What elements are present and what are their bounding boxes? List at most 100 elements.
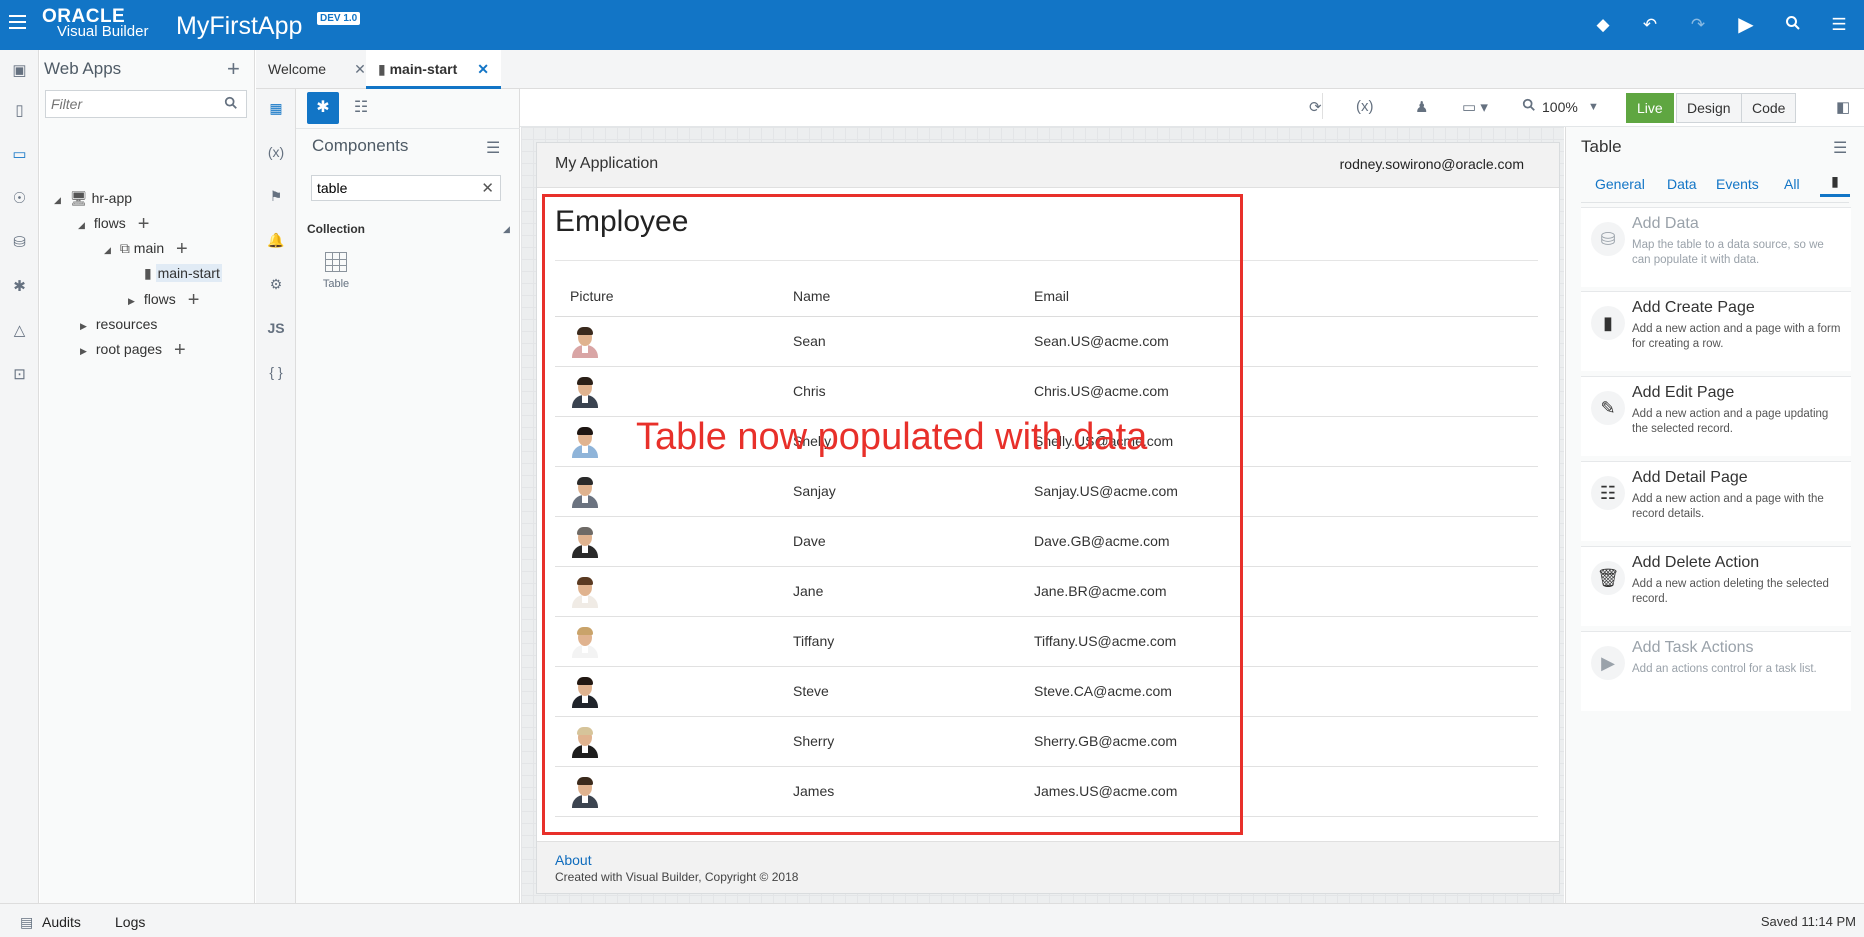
table-row[interactable]: Steve Steve.CA@acme.com — [555, 667, 1538, 717]
close-icon[interactable]: ✕ — [354, 61, 366, 77]
table-row[interactable]: Sean Sean.US@acme.com — [555, 317, 1538, 367]
design-mode-button[interactable]: Design — [1676, 93, 1742, 123]
palette-search-input[interactable] — [312, 176, 472, 200]
add-flow-button[interactable]: + — [138, 213, 150, 235]
palette-item-table[interactable]: Table — [318, 252, 354, 290]
palette-search[interactable]: ✕ — [311, 175, 501, 201]
quick-start-tab-icon[interactable]: ▮ — [1820, 167, 1850, 197]
mobile-apps-icon[interactable]: ▣ — [9, 60, 30, 81]
zoom-level[interactable]: 100% — [1542, 99, 1578, 115]
tab-main-start[interactable]: ▮ main-start ✕ — [366, 50, 502, 89]
action-title: Add Edit Page — [1632, 384, 1735, 401]
table-row[interactable]: Dave Dave.GB@acme.com — [555, 517, 1538, 567]
column-header-email[interactable]: Email — [1034, 288, 1069, 304]
table-row[interactable]: Sanjay Sanjay.US@acme.com — [555, 467, 1538, 517]
undo-icon[interactable]: ↶ — [1640, 15, 1660, 35]
run-icon[interactable]: ▶ — [1736, 15, 1756, 35]
quick-start-action[interactable]: ✎ Add Edit Page Add a new action and a pag… — [1581, 376, 1851, 456]
table-row[interactable]: Jane Jane.BR@acme.com — [555, 567, 1538, 617]
tree-label: root pages — [95, 341, 163, 357]
git-icon[interactable]: ◆ — [1593, 15, 1613, 35]
version-badge[interactable]: DEV 1.0 — [317, 12, 361, 25]
service-connections-icon[interactable]: ☉ — [9, 188, 30, 209]
processes-icon[interactable]: △ — [9, 320, 30, 341]
column-header-picture[interactable]: Picture — [570, 288, 614, 304]
add-flow-button[interactable]: + — [188, 289, 200, 311]
add-root-page-button[interactable]: + — [174, 339, 186, 361]
search-icon[interactable] — [1783, 15, 1803, 35]
section-header-collection[interactable]: Collection — [307, 222, 365, 236]
table-row[interactable]: Tiffany Tiffany.US@acme.com — [555, 617, 1538, 667]
tree-item-resources[interactable]: ▶ resources — [80, 312, 157, 336]
variables-icon[interactable]: (x) — [265, 141, 287, 163]
clear-icon[interactable]: ✕ — [481, 179, 494, 197]
expand-icon[interactable]: ▶ — [80, 314, 92, 338]
add-page-button[interactable]: + — [176, 238, 188, 260]
tab-events[interactable]: Events — [1716, 176, 1759, 192]
user-name[interactable]: rodney.sowirono@oracle.com — [1340, 156, 1524, 172]
web-apps-icon[interactable]: ▭ — [9, 144, 30, 165]
bell-icon[interactable]: 🔔 — [265, 229, 287, 251]
tree-item-main[interactable]: ◢ ⧉ main + — [104, 236, 188, 260]
redo-icon[interactable]: ↷ — [1688, 15, 1708, 35]
settings-icon[interactable]: ⚙ — [265, 273, 287, 295]
audits-button[interactable]: Audits — [42, 914, 81, 930]
chevron-down-icon[interactable]: ▼ — [1588, 101, 1599, 113]
business-objects-icon[interactable]: ⛁ — [9, 232, 30, 253]
collapse-icon[interactable]: ◢ — [104, 238, 116, 262]
table-row[interactable]: James James.US@acme.com — [555, 767, 1538, 817]
properties-menu-icon[interactable]: ☰ — [1833, 138, 1847, 158]
refresh-icon[interactable]: ⟳ — [1309, 98, 1322, 116]
tree-item-root-pages[interactable]: ▶ root pages + — [80, 337, 186, 361]
menu-icon[interactable] — [9, 15, 26, 29]
palette-menu-icon[interactable]: ☰ — [486, 138, 500, 158]
components-tab-icon[interactable]: ✱ — [307, 92, 339, 124]
javascript-icon[interactable]: JS — [265, 317, 287, 339]
tree-item-flows[interactable]: ◢ flows + — [78, 211, 149, 235]
collapse-icon[interactable]: ◢ — [54, 188, 66, 212]
zoom-icon[interactable] — [1522, 98, 1536, 116]
section-toggle-icon[interactable]: ◢ — [503, 224, 510, 235]
canvas-toolbar: ⟳ (x) ♟ ▭ ▾ 100% ▼ Live Design Code ◧ — [520, 89, 1864, 127]
column-header-name[interactable]: Name — [793, 288, 830, 304]
quick-start-action[interactable]: ⛁ Add Data Map the table to a data source,… — [1581, 207, 1851, 287]
source-view-icon[interactable]: ⊡ — [9, 364, 30, 385]
table-row[interactable]: Shelly Shelly.US@acme.com — [555, 417, 1538, 467]
quick-start-action[interactable]: ▶ Add Task Actions Add an actions control … — [1581, 631, 1851, 711]
tree-item-hr-app[interactable]: ◢ 🖥 hr-app — [54, 186, 132, 210]
add-web-app-button[interactable]: + — [227, 56, 240, 82]
tab-general[interactable]: General — [1595, 176, 1645, 192]
device-size-icon[interactable]: ▭ ▾ — [1462, 98, 1488, 116]
collapse-icon[interactable]: ◢ — [78, 213, 90, 237]
live-mode-button[interactable]: Live — [1626, 93, 1674, 123]
panel-menu-icon[interactable]: ☰ — [1829, 15, 1849, 35]
quick-start-action[interactable]: 🗑 Add Delete Action Add a new action delet… — [1581, 546, 1851, 626]
expand-icon[interactable]: ▶ — [128, 289, 140, 313]
json-icon[interactable]: { } — [265, 361, 287, 383]
close-icon[interactable]: ✕ — [477, 61, 489, 77]
toggle-properties-icon[interactable]: ◧ — [1836, 98, 1850, 116]
variables-toggle-icon[interactable]: (x) — [1356, 98, 1374, 115]
tree-item-flows-nested[interactable]: ▶ flows + — [128, 287, 199, 311]
filter-input[interactable] — [46, 91, 216, 117]
tab-welcome[interactable]: Welcome ✕ — [256, 50, 378, 89]
components-icon[interactable]: ✱ — [9, 276, 30, 297]
flag-icon[interactable]: ⚑ — [265, 185, 287, 207]
table-row[interactable]: Chris Chris.US@acme.com — [555, 367, 1538, 417]
audits-icon[interactable]: ▤ — [20, 914, 33, 931]
expand-icon[interactable]: ▶ — [80, 339, 92, 363]
table-row[interactable]: Sherry Sherry.GB@acme.com — [555, 717, 1538, 767]
page-designer-icon[interactable]: ▦ — [265, 97, 287, 119]
quick-start-action[interactable]: ▮ Add Create Page Add a new action and a p… — [1581, 291, 1851, 371]
user-roles-icon[interactable]: ♟ — [1415, 98, 1428, 116]
navigator-filter[interactable] — [45, 90, 247, 118]
quick-start-action[interactable]: ☷ Add Detail Page Add a new action and a p… — [1581, 461, 1851, 541]
logs-button[interactable]: Logs — [115, 914, 145, 930]
tab-all[interactable]: All — [1784, 176, 1800, 192]
structure-tab-icon[interactable]: ☷ — [345, 92, 377, 124]
tree-item-main-start[interactable]: ▮ main-start — [144, 261, 222, 285]
code-mode-button[interactable]: Code — [1741, 93, 1797, 123]
tab-data[interactable]: Data — [1667, 176, 1697, 192]
about-link[interactable]: About — [555, 852, 592, 868]
phone-icon[interactable]: ▯ — [9, 100, 30, 121]
